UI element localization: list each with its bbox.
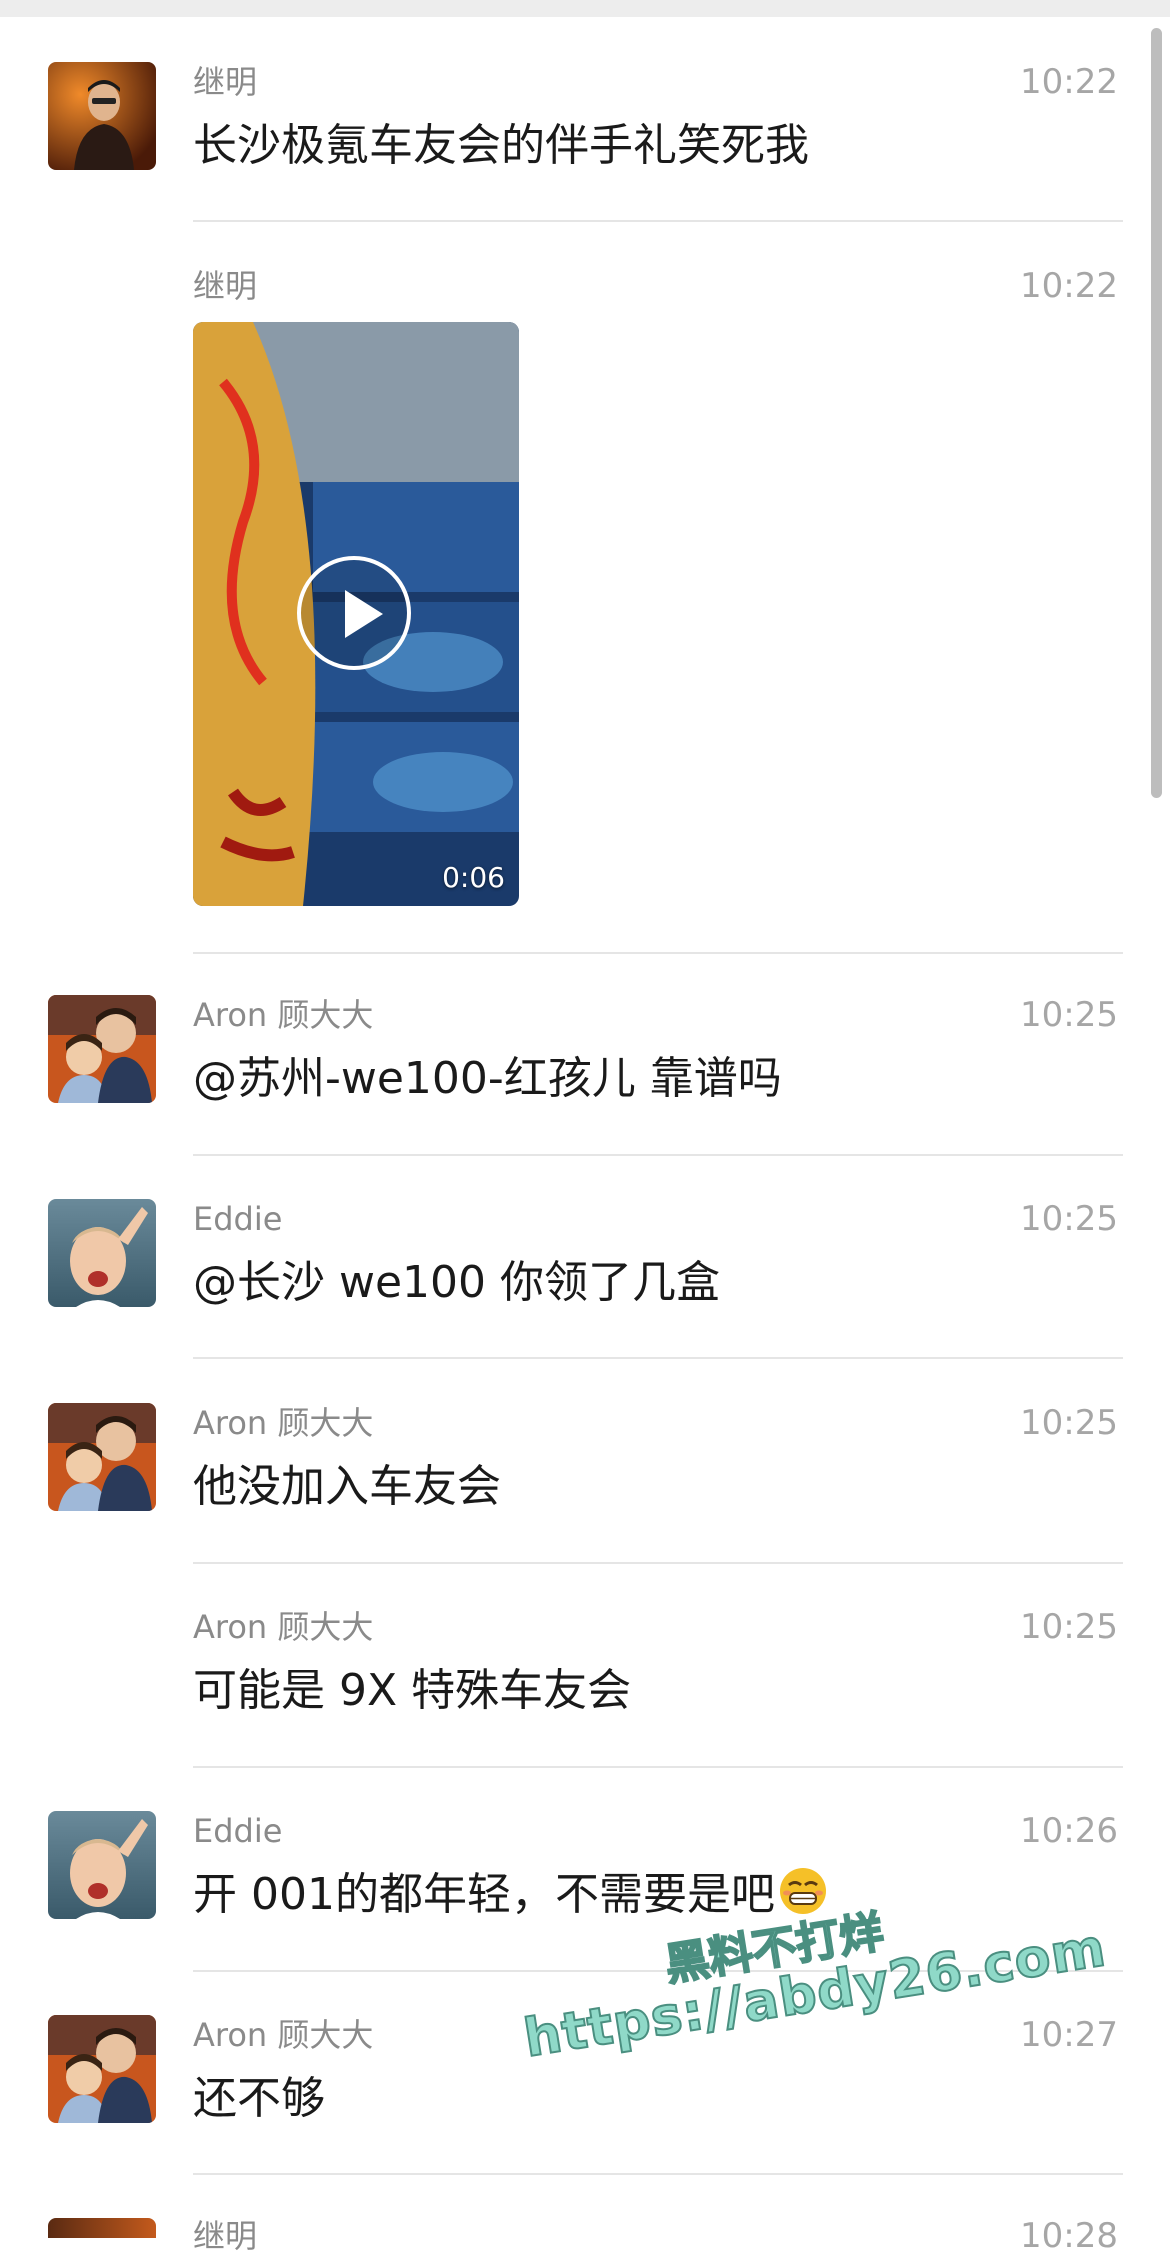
top-status-strip: [0, 0, 1170, 17]
sender-name: 继明: [193, 63, 258, 101]
sender-name: 继明: [193, 2217, 258, 2255]
sender-name: Aron 顾大大: [193, 996, 374, 1034]
avatar[interactable]: [48, 995, 156, 1103]
message-time: 10:25: [1020, 1199, 1118, 1239]
sender-name: Aron 顾大大: [193, 2016, 374, 2054]
sender-name: 继明: [193, 267, 258, 305]
message-text[interactable]: 开 001的都年轻，不需要是吧: [193, 1865, 829, 1925]
video-thumbnail[interactable]: 0:06: [193, 322, 519, 906]
message-text[interactable]: 他没加入车友会: [193, 1457, 501, 1517]
message-text[interactable]: 可能是 9X 特殊车友会: [193, 1661, 631, 1721]
message-text[interactable]: 长沙极氪车友会的伴手礼笑死我: [193, 116, 809, 176]
message-text[interactable]: 还不够: [193, 2069, 325, 2129]
message-time: 10:25: [1020, 1607, 1118, 1647]
video-duration: 0:06: [442, 861, 505, 894]
divider: [193, 1562, 1123, 1564]
message-time: 10:25: [1020, 995, 1118, 1035]
avatar[interactable]: [48, 1811, 156, 1919]
sender-name: Eddie: [193, 1812, 283, 1850]
play-icon[interactable]: [297, 556, 411, 670]
message-time: 10:27: [1020, 2015, 1118, 2055]
message-time: 10:22: [1020, 266, 1118, 306]
grimace-emoji-icon: [779, 1868, 826, 1914]
avatar[interactable]: [48, 1403, 156, 1511]
avatar[interactable]: [48, 2015, 156, 2123]
message-time: 10:26: [1020, 1811, 1118, 1851]
avatar[interactable]: [48, 1199, 156, 1307]
divider: [193, 1766, 1123, 1768]
sender-name: Aron 顾大大: [193, 1608, 374, 1646]
message-text-content: 开 001的都年轻，不需要是吧: [193, 1869, 775, 1920]
divider: [193, 220, 1123, 222]
avatar[interactable]: [48, 2218, 156, 2238]
message-text[interactable]: @苏州-we100-红孩儿 靠谱吗: [193, 1049, 782, 1109]
sender-name: Eddie: [193, 1200, 283, 1238]
sender-name: Aron 顾大大: [193, 1404, 374, 1442]
divider: [193, 1970, 1123, 1972]
message-time: 10:28: [1020, 2216, 1118, 2256]
message-time: 10:25: [1020, 1403, 1118, 1443]
message-text[interactable]: @长沙 we100 你领了几盒: [193, 1253, 720, 1313]
message-time: 10:22: [1020, 62, 1118, 102]
scrollbar[interactable]: [1151, 28, 1162, 798]
divider: [193, 1154, 1123, 1156]
divider: [193, 1357, 1123, 1359]
divider: [193, 952, 1123, 954]
avatar[interactable]: [48, 62, 156, 170]
divider: [193, 2173, 1123, 2175]
